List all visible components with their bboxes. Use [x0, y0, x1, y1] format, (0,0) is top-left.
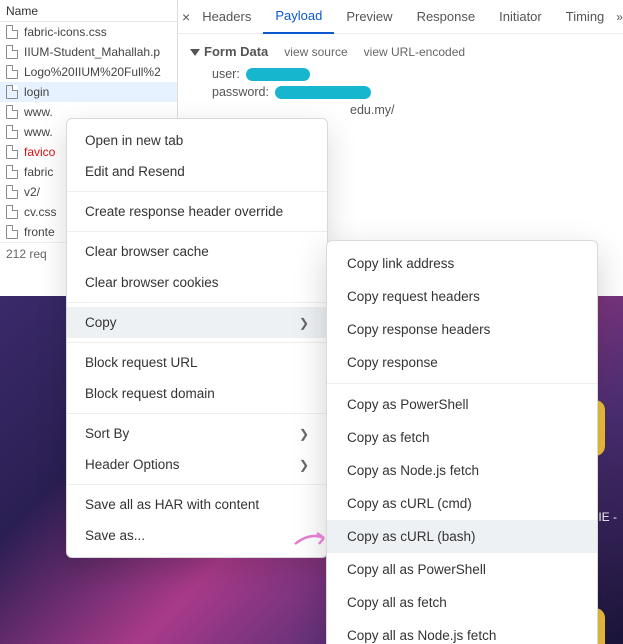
- menu-separator: [67, 342, 327, 343]
- menu-separator: [327, 383, 597, 384]
- column-header-name[interactable]: Name: [0, 0, 177, 22]
- menu-item-clear-browser-cache[interactable]: Clear browser cache: [67, 236, 327, 267]
- menu-item-open-in-new-tab[interactable]: Open in new tab: [67, 125, 327, 156]
- submenu-item-copy-link-address[interactable]: Copy link address: [327, 247, 597, 280]
- form-data-title: Form Data: [204, 44, 268, 59]
- file-name: fabric: [24, 165, 53, 179]
- menu-item-save-all-as-har-with-content[interactable]: Save all as HAR with content: [67, 489, 327, 520]
- file-name: v2/: [24, 185, 40, 199]
- menu-separator: [67, 191, 327, 192]
- menu-separator: [67, 231, 327, 232]
- menu-item-save-as[interactable]: Save as...: [67, 520, 327, 551]
- chevron-right-icon: ❯: [299, 458, 309, 472]
- desktop-label: IE -: [598, 510, 617, 524]
- tab-preview[interactable]: Preview: [334, 0, 404, 34]
- submenu-item-copy-response[interactable]: Copy response: [327, 346, 597, 379]
- file-name: Logo%20IIUM%20Full%2: [24, 65, 161, 79]
- tab-payload[interactable]: Payload: [263, 0, 334, 34]
- menu-item-block-request-domain[interactable]: Block request domain: [67, 378, 327, 409]
- file-name: fabric-icons.css: [24, 25, 107, 39]
- submenu-item-copy-as-powershell[interactable]: Copy as PowerShell: [327, 388, 597, 421]
- form-field-password: password: [212, 85, 615, 99]
- menu-separator: [67, 302, 327, 303]
- menu-item-block-request-url[interactable]: Block request URL: [67, 347, 327, 378]
- tab-timing[interactable]: Timing: [554, 0, 617, 34]
- file-icon: [6, 65, 18, 79]
- file-icon: [6, 125, 18, 139]
- form-key: password: [212, 85, 269, 99]
- file-icon: [6, 105, 18, 119]
- network-request-row[interactable]: IIUM-Student_Mahallah.p: [0, 42, 177, 62]
- form-key: user: [212, 67, 240, 81]
- file-icon: [6, 45, 18, 59]
- file-icon: [6, 185, 18, 199]
- menu-item-sort-by[interactable]: Sort By ❯: [67, 418, 327, 449]
- redacted-value: [246, 68, 310, 81]
- redacted-value: [275, 86, 371, 99]
- context-menu[interactable]: Open in new tab Edit and Resend Create res…: [66, 118, 328, 558]
- view-url-encoded-link[interactable]: view URL-encoded: [364, 45, 465, 59]
- menu-item-edit-and-resend[interactable]: Edit and Resend: [67, 156, 327, 187]
- menu-item-label: Header Options: [85, 457, 180, 472]
- network-request-row[interactable]: fabric-icons.css: [0, 22, 177, 42]
- menu-item-label: Clear browser cache: [85, 244, 209, 259]
- tab-response[interactable]: Response: [405, 0, 488, 34]
- network-request-row[interactable]: Logo%20IIUM%20Full%2: [0, 62, 177, 82]
- devtools-tabbar: × HeadersPayloadPreviewResponseInitiator…: [178, 0, 623, 34]
- chevron-right-icon: ❯: [299, 316, 309, 330]
- tab-overflow-button[interactable]: »: [616, 10, 623, 24]
- menu-item-label: Create response header override: [85, 204, 283, 219]
- submenu-item-copy-all-as-node-js-fetch[interactable]: Copy all as Node.js fetch: [327, 619, 597, 644]
- menu-item-label: Block request domain: [85, 386, 215, 401]
- view-source-link[interactable]: view source: [284, 45, 347, 59]
- submenu-item-copy-as-node-js-fetch[interactable]: Copy as Node.js fetch: [327, 454, 597, 487]
- menu-item-label: Copy: [85, 315, 117, 330]
- file-name: IIUM-Student_Mahallah.p: [24, 45, 160, 59]
- form-data-toggle[interactable]: Form Data: [190, 44, 268, 59]
- file-name: fronte: [24, 225, 55, 239]
- close-icon[interactable]: ×: [182, 9, 190, 25]
- submenu-item-copy-as-curl-bash[interactable]: Copy as cURL (bash): [327, 520, 597, 553]
- file-name: favico: [24, 145, 55, 159]
- menu-item-label: Clear browser cookies: [85, 275, 219, 290]
- copy-submenu[interactable]: Copy link addressCopy request headersCop…: [326, 240, 598, 644]
- file-icon: [6, 145, 18, 159]
- file-icon: [6, 225, 18, 239]
- menu-separator: [67, 413, 327, 414]
- file-icon: [6, 25, 18, 39]
- menu-item-label: Edit and Resend: [85, 164, 185, 179]
- menu-item-label: Sort By: [85, 426, 129, 441]
- file-name: login: [24, 85, 49, 99]
- submenu-item-copy-all-as-fetch[interactable]: Copy all as fetch: [327, 586, 597, 619]
- file-name: www.: [24, 125, 53, 139]
- submenu-item-copy-request-headers[interactable]: Copy request headers: [327, 280, 597, 313]
- menu-item-label: Open in new tab: [85, 133, 183, 148]
- tab-initiator[interactable]: Initiator: [487, 0, 554, 34]
- chevron-right-icon: ❯: [299, 427, 309, 441]
- network-request-row[interactable]: login: [0, 82, 177, 102]
- file-name: www.: [24, 105, 53, 119]
- file-name: cv.css: [24, 205, 56, 219]
- form-field-user: user: [212, 67, 615, 81]
- submenu-item-copy-as-fetch[interactable]: Copy as fetch: [327, 421, 597, 454]
- url-tail-text: edu.my/: [350, 103, 615, 117]
- chevron-down-icon: [190, 49, 200, 56]
- menu-item-header-options[interactable]: Header Options ❯: [67, 449, 327, 480]
- file-icon: [6, 85, 18, 99]
- column-header-label: Name: [6, 4, 38, 18]
- submenu-item-copy-all-as-powershell[interactable]: Copy all as PowerShell: [327, 553, 597, 586]
- menu-separator: [67, 484, 327, 485]
- form-data-section: Form Data view source view URL-encoded u…: [178, 34, 623, 123]
- submenu-item-copy-as-curl-cmd[interactable]: Copy as cURL (cmd): [327, 487, 597, 520]
- menu-item-label: Save all as HAR with content: [85, 497, 259, 512]
- menu-item-label: Block request URL: [85, 355, 198, 370]
- submenu-item-copy-response-headers[interactable]: Copy response headers: [327, 313, 597, 346]
- tab-headers[interactable]: Headers: [190, 0, 263, 34]
- menu-item-copy[interactable]: Copy ❯: [67, 307, 327, 338]
- file-icon: [6, 165, 18, 179]
- file-icon: [6, 205, 18, 219]
- menu-item-create-response-header-override[interactable]: Create response header override: [67, 196, 327, 227]
- menu-item-clear-browser-cookies[interactable]: Clear browser cookies: [67, 267, 327, 298]
- menu-item-label: Save as...: [85, 528, 145, 543]
